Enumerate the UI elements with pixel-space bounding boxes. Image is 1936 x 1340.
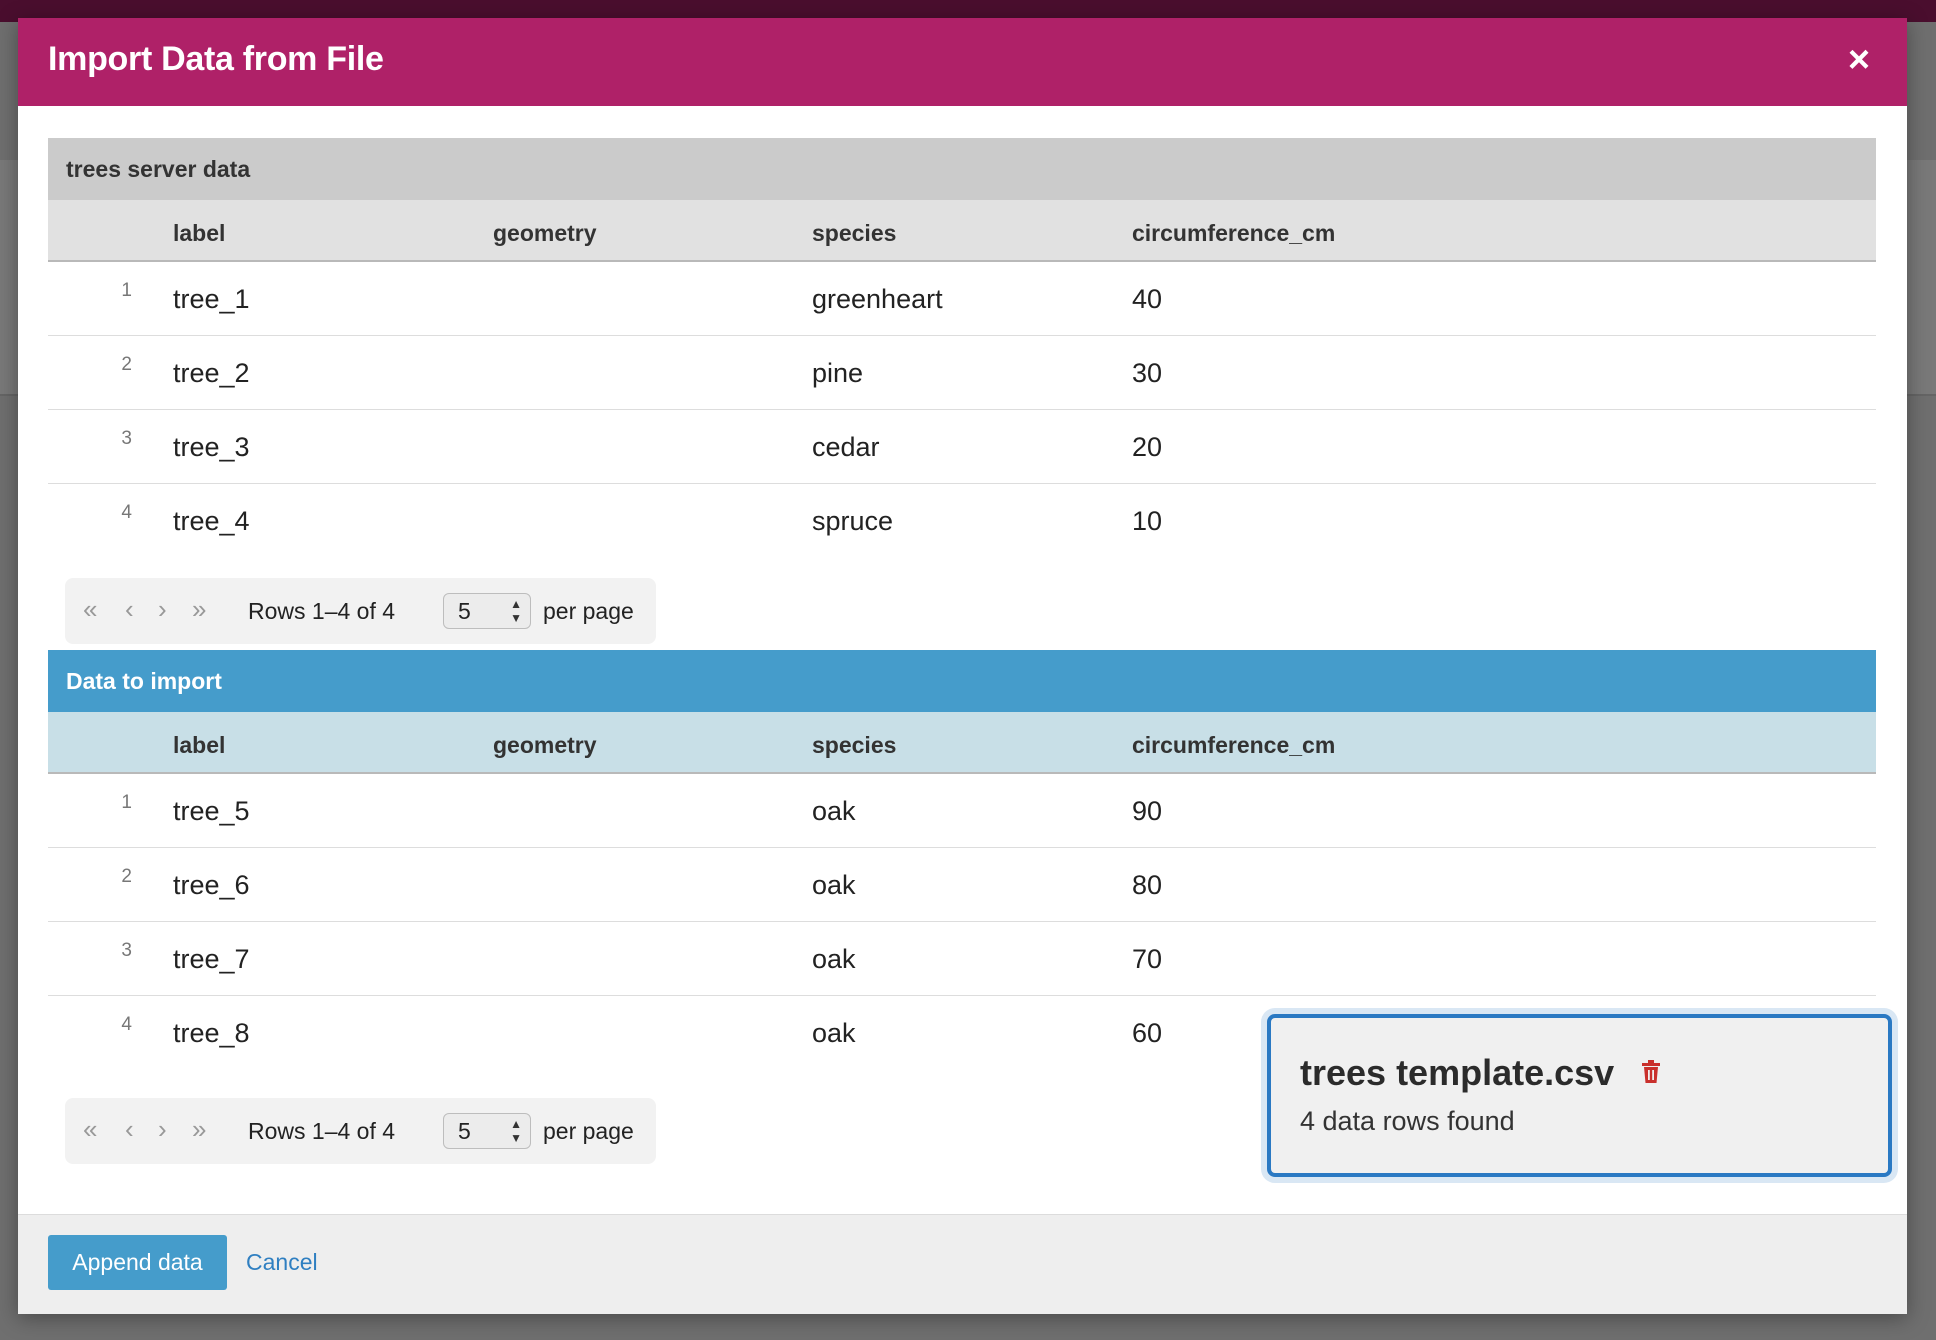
per-page-value: 5 [458,598,471,624]
last-page-icon[interactable]: » [192,1114,206,1144]
prev-page-icon[interactable]: ‹ [125,1114,134,1144]
table-row: 1 tree_1 greenheart 40 [48,262,1876,336]
append-data-button[interactable]: Append data [48,1235,227,1290]
select-arrows-icon: ▲ ▼ [510,597,522,625]
row-number: 2 [121,354,132,375]
cancel-button[interactable]: Cancel [246,1249,318,1276]
cell-circumference: 60 [1132,1018,1163,1048]
cell-circumference: 30 [1132,358,1163,388]
column-header-species[interactable]: species [812,732,896,759]
cell-label: tree_6 [173,870,250,900]
cell-label: tree_7 [173,944,250,974]
first-page-icon[interactable]: « [83,1114,97,1144]
per-page-label: per page [543,1118,634,1144]
cell-label: tree_2 [173,358,250,388]
row-number: 4 [121,502,132,523]
close-icon[interactable]: × [1839,40,1879,80]
row-number: 1 [121,280,132,301]
import-data-section: Data to import label geometry species ci… [48,650,1876,1164]
cell-species: cedar [812,432,880,462]
next-page-icon[interactable]: › [158,1114,167,1144]
rows-range-text: Rows 1–4 of 4 [248,598,396,624]
column-header-label[interactable]: label [173,220,225,247]
cell-label: tree_1 [173,284,250,314]
row-number: 1 [121,792,132,813]
table-row: 4 tree_4 spruce 10 [48,484,1876,558]
cell-label: tree_8 [173,1018,250,1048]
last-page-icon[interactable]: » [192,594,206,624]
import-pagination: « ‹ › » Rows 1–4 of 4 5 ▲ ▼ per page [65,1098,656,1164]
table-row: 3 tree_3 cedar 20 [48,410,1876,484]
import-table-header: label geometry species circumference_cm [48,712,1876,774]
table-row: 2 tree_6 oak 80 [48,848,1876,922]
row-number: 3 [121,428,132,449]
column-header-label[interactable]: label [173,732,225,759]
column-header-circumference[interactable]: circumference_cm [1132,732,1335,759]
column-header-species[interactable]: species [812,220,896,247]
per-page-value: 5 [458,1118,471,1144]
cell-circumference: 90 [1132,796,1163,826]
cell-species: oak [812,944,856,974]
row-number: 2 [121,866,132,887]
cell-label: tree_3 [173,432,250,462]
import-section-title: Data to import [48,650,1876,712]
cell-species: oak [812,796,856,826]
server-data-section: trees server data label geometry species… [48,138,1876,644]
cell-species: pine [812,358,864,388]
file-name: trees template.csv [1300,1052,1615,1093]
trash-icon[interactable] [1641,1060,1661,1084]
first-page-icon[interactable]: « [83,594,97,624]
cell-species: oak [812,1018,856,1048]
cell-species: greenheart [812,284,943,314]
rows-range-text: Rows 1–4 of 4 [248,1118,396,1144]
table-row: 3 tree_7 oak 70 [48,922,1876,996]
import-modal: Import Data from File × trees server dat… [18,18,1907,1314]
per-page-select[interactable]: 5 ▲ ▼ [443,593,531,629]
cell-species: spruce [812,506,894,536]
cell-label: tree_4 [173,506,250,536]
cell-circumference: 80 [1132,870,1163,900]
cell-circumference: 10 [1132,506,1163,536]
row-number: 3 [121,940,132,961]
server-table-header: label geometry species circumference_cm [48,200,1876,262]
column-header-geometry[interactable]: geometry [493,220,597,247]
per-page-select[interactable]: 5 ▲ ▼ [443,1113,531,1149]
table-row: 2 tree_2 pine 30 [48,336,1876,410]
file-row-count: 4 data rows found [1300,1106,1515,1136]
row-number: 4 [121,1014,132,1035]
next-page-icon[interactable]: › [158,594,167,624]
prev-page-icon[interactable]: ‹ [125,594,134,624]
modal-footer: Append data Cancel [18,1214,1907,1314]
modal-header: Import Data from File × [18,18,1907,106]
per-page-label: per page [543,598,634,624]
server-pagination: « ‹ › » Rows 1–4 of 4 5 ▲ ▼ per page [65,578,656,644]
column-header-circumference[interactable]: circumference_cm [1132,220,1335,247]
cell-circumference: 70 [1132,944,1163,974]
cell-circumference: 40 [1132,284,1163,314]
table-row: 1 tree_5 oak 90 [48,774,1876,848]
cell-circumference: 20 [1132,432,1163,462]
column-header-geometry[interactable]: geometry [493,732,597,759]
uploaded-file-card[interactable]: trees template.csv 4 data rows found [1267,1014,1892,1177]
cell-label: tree_5 [173,796,250,826]
server-section-title: trees server data [48,138,1876,200]
select-arrows-icon: ▲ ▼ [510,1117,522,1145]
modal-title: Import Data from File [48,40,384,78]
cell-species: oak [812,870,856,900]
